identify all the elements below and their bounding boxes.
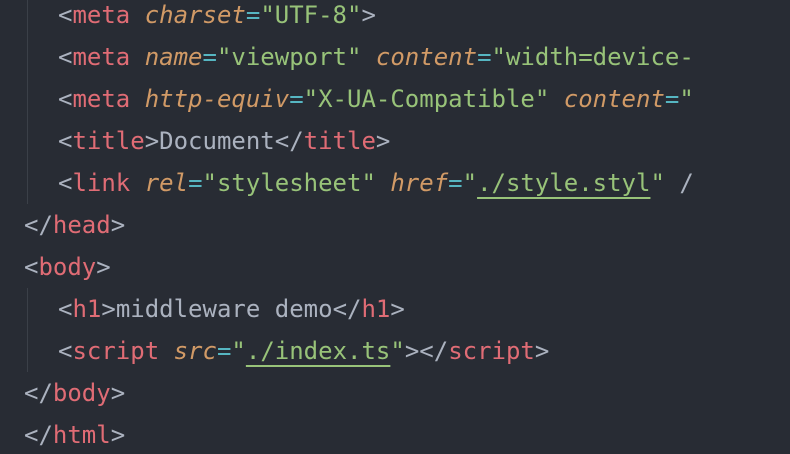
code-text: Document <box>159 127 275 155</box>
code-line[interactable]: <meta name="viewport" content="width=dev… <box>58 36 694 78</box>
code-line[interactable]: <link rel="stylesheet" href="./style.sty… <box>58 162 694 204</box>
code-punctuation: </ <box>24 379 53 407</box>
code-tag-name: link <box>72 169 131 197</box>
code-tag-name: meta <box>72 43 131 71</box>
code-operator: = <box>448 169 463 197</box>
code-punctuation: > <box>110 379 126 407</box>
indent-guide-body <box>27 288 28 372</box>
code-line[interactable]: <meta http-equiv="X-UA-Compatible" conte… <box>58 78 694 120</box>
code-punctuation: / <box>664 169 694 197</box>
code-punctuation: > <box>375 127 391 155</box>
code-tag-name: h1 <box>361 295 391 323</box>
code-punctuation: > <box>390 295 405 323</box>
code-string: " <box>390 337 405 365</box>
code-string: "viewport" <box>216 43 362 71</box>
code-punctuation: > <box>101 295 116 323</box>
code-tag-name: meta <box>72 1 131 29</box>
code-punctuation: < <box>58 127 73 155</box>
code-tag-name: html <box>52 421 111 449</box>
code-link[interactable]: ./style.styl <box>477 169 650 197</box>
code-line[interactable]: <body> <box>24 246 111 288</box>
code-attribute-name: http-equiv <box>144 85 290 113</box>
code-punctuation: ></ <box>404 337 449 365</box>
code-punctuation: </ <box>24 421 53 449</box>
code-punctuation: </ <box>274 127 304 155</box>
code-tag-name: script <box>72 337 160 365</box>
code-punctuation <box>361 43 375 71</box>
code-punctuation: > <box>361 1 376 29</box>
code-line[interactable]: <h1>middleware demo</h1> <box>58 288 405 330</box>
code-tag-name: meta <box>72 85 131 113</box>
code-line[interactable]: </head> <box>24 204 125 246</box>
code-punctuation <box>130 85 144 113</box>
code-attribute-name: content <box>375 43 478 71</box>
code-operator: = <box>188 169 203 197</box>
code-attribute-name: href <box>390 169 449 197</box>
code-attribute-name: src <box>173 337 217 365</box>
code-tag-name: title <box>72 127 145 155</box>
code-operator: = <box>216 337 232 365</box>
code-string: " <box>650 169 665 197</box>
code-operator: = <box>245 1 261 29</box>
code-punctuation <box>549 85 563 113</box>
code-tag-name: title <box>303 127 376 155</box>
code-attribute-name: charset <box>144 1 246 29</box>
code-punctuation: </ <box>332 295 362 323</box>
code-punctuation: < <box>58 85 73 113</box>
code-tag-name: body <box>38 253 97 281</box>
code-attribute-name: name <box>144 43 203 71</box>
code-line[interactable]: <title>Document</title> <box>58 120 390 162</box>
code-punctuation: > <box>110 421 126 449</box>
code-punctuation <box>376 169 390 197</box>
code-string: "stylesheet" <box>202 169 376 197</box>
code-string: "X-UA-Compatible" <box>303 85 550 113</box>
code-punctuation: < <box>58 1 73 29</box>
code-operator: = <box>202 43 217 71</box>
code-string: " <box>462 169 478 197</box>
code-punctuation: > <box>144 127 160 155</box>
code-punctuation: > <box>110 211 126 239</box>
code-operator: = <box>289 85 304 113</box>
code-attribute-name: content <box>563 85 665 113</box>
code-punctuation: < <box>58 43 73 71</box>
code-punctuation: < <box>24 253 39 281</box>
code-tag-name: h1 <box>72 295 102 323</box>
code-tag-name: body <box>52 379 111 407</box>
code-punctuation <box>130 43 144 71</box>
code-editor[interactable]: <meta charset="UTF-8"> <meta name="viewpo… <box>0 0 790 454</box>
code-attribute-name: rel <box>144 169 189 197</box>
code-link[interactable]: ./index.ts <box>246 337 391 365</box>
code-punctuation: > <box>96 253 111 281</box>
code-punctuation <box>159 337 173 365</box>
code-string: "width=device- <box>491 43 694 71</box>
indent-guide-head <box>27 0 28 204</box>
code-operator: = <box>664 85 680 113</box>
code-punctuation: > <box>534 337 550 365</box>
code-tag-name: script <box>448 337 535 365</box>
code-punctuation: < <box>58 169 73 197</box>
code-punctuation: < <box>58 337 73 365</box>
code-operator: = <box>477 43 492 71</box>
code-string: " <box>679 85 694 113</box>
code-line[interactable]: <script src="./index.ts"></script> <box>58 330 549 372</box>
code-punctuation: < <box>58 295 73 323</box>
code-line[interactable]: <meta charset="UTF-8"> <box>58 0 376 36</box>
code-punctuation: </ <box>24 211 53 239</box>
code-text: middleware demo <box>115 295 333 323</box>
code-string: "UTF-8" <box>260 1 362 29</box>
code-string: " <box>231 337 246 365</box>
code-tag-name: head <box>52 211 111 239</box>
code-punctuation <box>130 1 144 29</box>
code-line[interactable]: </body> <box>24 372 125 414</box>
code-punctuation <box>130 169 144 197</box>
code-line[interactable]: </html> <box>24 414 125 454</box>
